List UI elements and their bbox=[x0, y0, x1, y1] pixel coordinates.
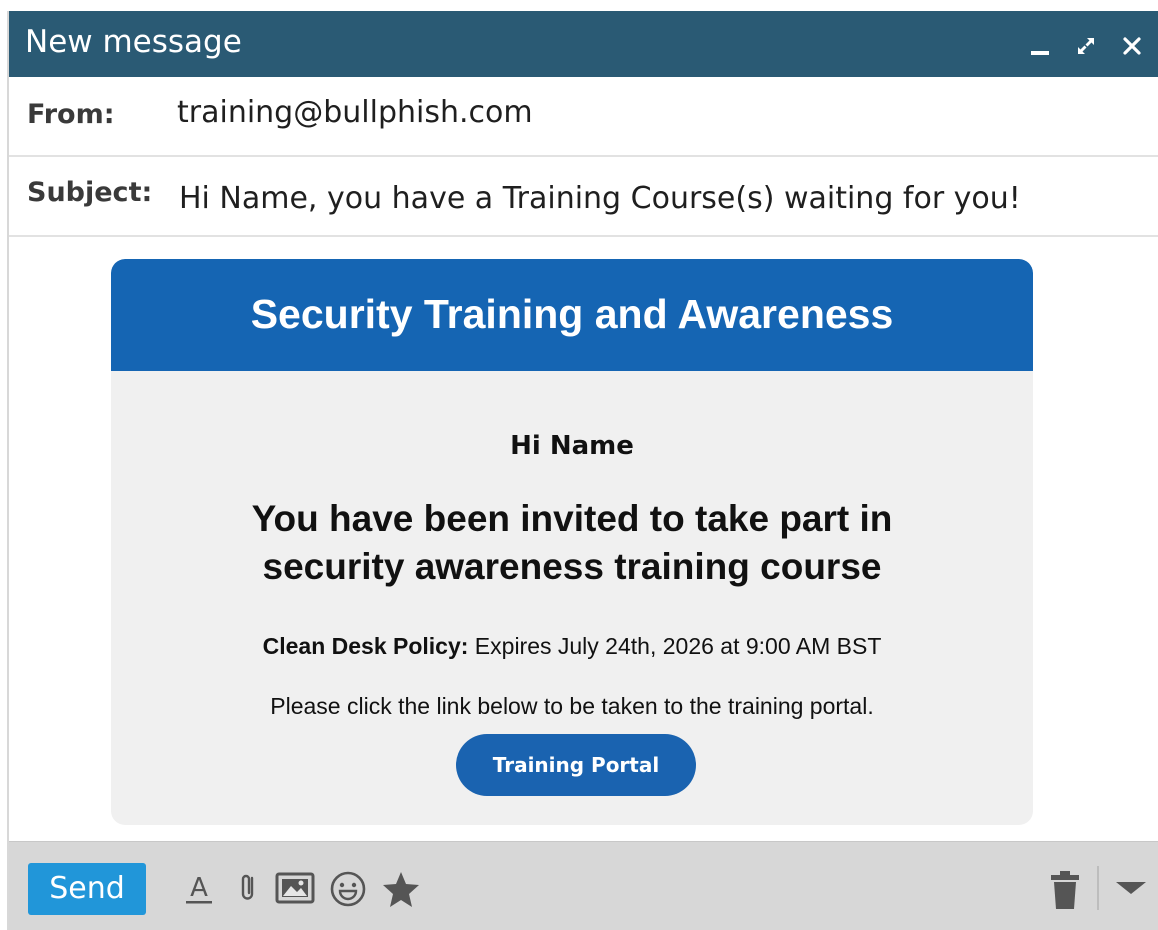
close-button[interactable] bbox=[1108, 29, 1154, 61]
image-icon[interactable] bbox=[275, 870, 315, 908]
from-label: From: bbox=[27, 99, 115, 130]
policy-label: Clean Desk Policy: bbox=[262, 633, 469, 659]
instruction-text: Please click the link below to be taken … bbox=[270, 693, 874, 719]
from-field[interactable]: training@bullphish.com bbox=[177, 95, 1077, 130]
svg-text:A: A bbox=[190, 873, 208, 903]
attachment-icon[interactable] bbox=[231, 870, 269, 908]
from-row: From: training@bullphish.com bbox=[9, 77, 1158, 157]
window-controls bbox=[1016, 29, 1154, 61]
expand-button[interactable] bbox=[1062, 29, 1108, 61]
headline-line-1: You have been invited to take part in bbox=[251, 498, 893, 539]
minimize-button[interactable] bbox=[1016, 29, 1062, 61]
emoji-icon[interactable] bbox=[329, 870, 367, 908]
format-text-icon[interactable]: A bbox=[181, 870, 219, 908]
compose-toolbar: Send A bbox=[9, 841, 1158, 930]
subject-row: Subject: Hi Name, you have a Training Co… bbox=[9, 157, 1158, 237]
send-button[interactable]: Send bbox=[28, 863, 146, 915]
banner: Security Training and Awareness bbox=[111, 259, 1033, 371]
expand-icon bbox=[1078, 38, 1094, 54]
toolbar-divider bbox=[1097, 866, 1099, 910]
star-icon[interactable] bbox=[381, 870, 419, 908]
greeting: Hi Name bbox=[510, 431, 634, 461]
title-bar: New message bbox=[9, 11, 1158, 77]
trash-icon[interactable] bbox=[1049, 870, 1087, 909]
training-portal-button[interactable]: Training Portal bbox=[456, 734, 696, 796]
policy-expiry: Expires July 24th, 2026 at 9:00 AM BST bbox=[468, 633, 882, 659]
banner-title: Security Training and Awareness bbox=[250, 291, 894, 337]
headline: You have been invited to take part in se… bbox=[111, 495, 1033, 591]
policy-line: Clean Desk Policy: Expires July 24th, 20… bbox=[111, 633, 1033, 660]
close-icon bbox=[1123, 37, 1141, 55]
dropdown-arrow-icon[interactable] bbox=[1113, 870, 1151, 908]
email-content-card: Security Training and Awareness Hi Name … bbox=[111, 259, 1033, 825]
subject-label: Subject: bbox=[27, 177, 153, 208]
headline-line-2: security awareness training course bbox=[262, 546, 882, 587]
minimize-icon bbox=[1031, 51, 1049, 55]
subject-field[interactable]: Hi Name, you have a Training Course(s) w… bbox=[179, 181, 1139, 216]
window-title: New message bbox=[25, 24, 242, 60]
